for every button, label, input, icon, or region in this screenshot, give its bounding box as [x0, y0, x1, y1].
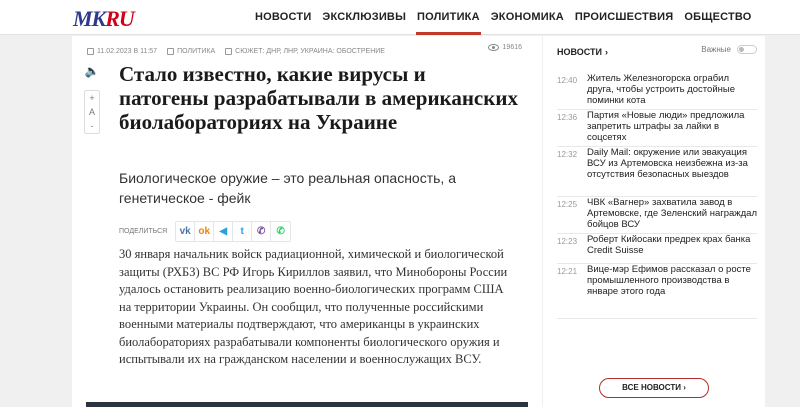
views-count: 19616: [502, 44, 522, 51]
nav-politics[interactable]: ПОЛИТИКА: [412, 0, 485, 35]
main-nav: НОВОСТИ ЭКСКЛЮЗИВЫ ПОЛИТИКА ЭКОНОМИКА ПР…: [250, 0, 758, 35]
news-item[interactable]: 12:32 Daily Mail: окружение или эвакуация…: [557, 147, 757, 197]
nav-economy[interactable]: ЭКОНОМИКА: [486, 0, 569, 35]
share-ok-button[interactable]: ok: [195, 221, 215, 241]
share-label: ПОДЕЛИТЬСЯ: [119, 227, 168, 235]
news-time: 12:23: [557, 237, 578, 246]
nav-news[interactable]: НОВОСТИ: [250, 0, 316, 35]
article-date: 11.02.2023 в 11:57: [97, 47, 158, 55]
article-title: Стало известно, какие вирусы и патогены …: [119, 62, 518, 134]
site-header: MKRU НОВОСТИ ЭКСКЛЮЗИВЫ ПОЛИТИКА ЭКОНОМИ…: [0, 0, 800, 35]
sidebar-title[interactable]: НОВОСТИ ›: [557, 47, 608, 57]
eye-icon: [487, 44, 499, 51]
news-list: 12:40 Житель Железногорска ограбил друга,…: [557, 73, 757, 319]
important-label: Важные: [701, 45, 731, 54]
mk-logo[interactable]: MKRU: [73, 6, 135, 32]
speaker-icon[interactable]: 🔈: [84, 64, 100, 78]
news-time: 12:40: [557, 76, 578, 85]
article-tools: 🔈 + A -: [84, 64, 102, 134]
nav-exclusives[interactable]: ЭКСКЛЮЗИВЫ: [317, 0, 411, 35]
news-item[interactable]: 12:25 ЧВК «Вагнер» захватила завод в Арте…: [557, 197, 757, 234]
article-image-top: [86, 402, 528, 407]
article-body: 30 января начальник войск радиационной, …: [119, 247, 508, 366]
important-filter: Важные: [701, 45, 757, 54]
news-time: 12:32: [557, 150, 578, 159]
news-headline[interactable]: Житель Железногорска ограбил друга, чтоб…: [587, 73, 757, 109]
article-rubric[interactable]: ПОЛИТИКА: [177, 48, 215, 55]
article-panel: 11.02.2023 в 11:57 ПОЛИТИКА СЮЖЕТ: ДНР, …: [72, 36, 542, 407]
calendar-icon: [87, 47, 94, 55]
share-twitter-button[interactable]: t: [233, 221, 253, 241]
font-increase-button[interactable]: +: [85, 91, 99, 105]
view-counter: 19616: [487, 44, 522, 51]
article-story[interactable]: СЮЖЕТ: ДНР, ЛНР, УКРАИНА: ОБОСТРЕНИЕ: [235, 48, 385, 55]
pencil-icon: [167, 47, 175, 55]
news-time: 12:21: [557, 267, 578, 276]
font-size-control: + A -: [84, 90, 100, 134]
important-toggle[interactable]: [737, 45, 757, 54]
all-news-button[interactable]: ВСЕ НОВОСТИ ›: [599, 378, 709, 398]
news-sidebar: НОВОСТИ › Важные 12:40 Житель Железногорск…: [543, 36, 765, 407]
share-buttons: vk ok ◀ t ✆ ✆: [175, 220, 292, 242]
news-headline[interactable]: ЧВК «Вагнер» захватила завод в Артемовск…: [587, 197, 757, 233]
news-item[interactable]: 12:23 Роберт Кийосаки предрек крах банка …: [557, 234, 757, 264]
nav-society[interactable]: ОБЩЕСТВО: [679, 0, 756, 35]
news-time: 12:36: [557, 113, 578, 122]
news-item[interactable]: 12:21 Вице-мэр Ефимов рассказал о росте п…: [557, 264, 757, 319]
share-bar: ПОДЕЛИТЬСЯ vk ok ◀ t ✆ ✆: [119, 220, 292, 242]
sidebar-header: НОВОСТИ › Важные: [557, 45, 757, 59]
news-time: 12:25: [557, 200, 578, 209]
news-headline[interactable]: Роберт Кийосаки предрек крах банка Credi…: [587, 234, 757, 263]
share-vk-button[interactable]: vk: [176, 221, 196, 241]
folder-icon: [225, 47, 233, 55]
share-viber-button[interactable]: ✆: [252, 221, 272, 241]
font-label: A: [88, 107, 95, 117]
chevron-right-icon: ›: [605, 47, 609, 57]
article-lead: Биологическое оружие – это реальная опас…: [119, 170, 456, 206]
article-meta: 11.02.2023 в 11:57 ПОЛИТИКА СЮЖЕТ: ДНР, …: [87, 44, 532, 58]
nav-incidents[interactable]: ПРОИСШЕСТВИЯ: [570, 0, 678, 35]
font-decrease-button[interactable]: -: [85, 119, 99, 133]
news-item[interactable]: 12:36 Партия «Новые люди» предложила запр…: [557, 110, 757, 147]
share-whatsapp-button[interactable]: ✆: [271, 222, 290, 241]
news-headline[interactable]: Партия «Новые люди» предложила запретить…: [587, 110, 757, 146]
news-item[interactable]: 12:40 Житель Железногорска ограбил друга,…: [557, 73, 757, 110]
share-telegram-button[interactable]: ◀: [214, 221, 234, 241]
news-headline[interactable]: Daily Mail: окружение или эвакуация ВСУ …: [587, 147, 757, 196]
news-headline[interactable]: Вице-мэр Ефимов рассказал о росте промыш…: [587, 264, 757, 318]
